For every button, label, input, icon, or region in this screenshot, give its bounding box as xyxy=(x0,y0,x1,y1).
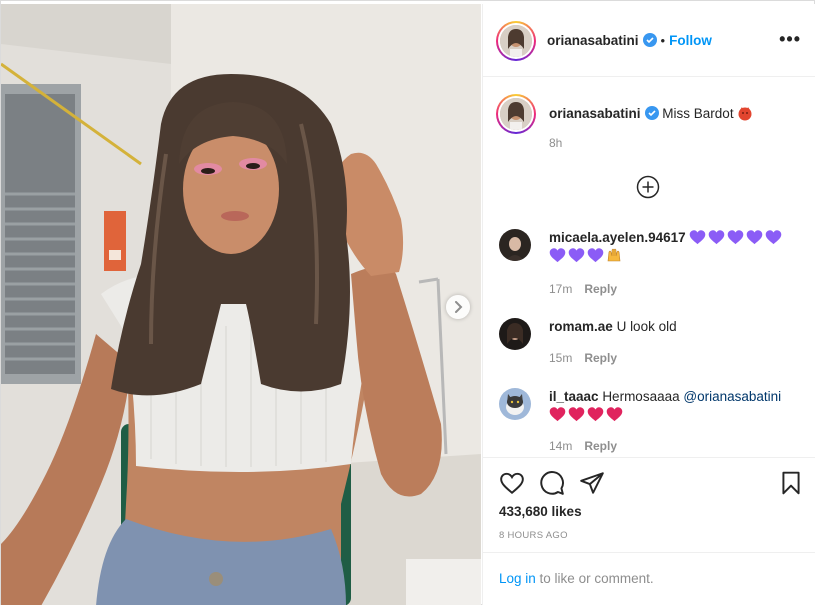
header-author-line: orianasabatini • Follow xyxy=(547,33,712,48)
commenter-username[interactable]: micaela.ayelen.94617 xyxy=(549,230,686,245)
post-header: orianasabatini • Follow ••• xyxy=(483,4,815,77)
heart-emoji-icon xyxy=(587,248,604,263)
heart-emoji-icon xyxy=(568,407,585,422)
heart-emoji-icon xyxy=(549,407,566,422)
comment-content: U look old xyxy=(616,319,677,334)
caption-time: 8h xyxy=(549,136,563,150)
photo-illustration xyxy=(1,4,481,605)
heart-emoji-icon xyxy=(690,230,706,245)
comment-time: 15m xyxy=(549,351,573,365)
post-time[interactable]: 8 HOURS AGO xyxy=(499,530,568,541)
comment-meta: 14m Reply xyxy=(549,439,617,453)
heart-emoji-icon xyxy=(549,248,566,263)
comment-bubble-icon[interactable] xyxy=(539,470,565,496)
commenter-username[interactable]: romam.ae xyxy=(549,319,613,334)
author-avatar-image xyxy=(500,25,532,57)
verified-badge-icon xyxy=(644,106,659,120)
comments-list: orianasabatini Miss Bardot 8h micaela.ay… xyxy=(483,77,815,457)
red-face-emoji-icon xyxy=(738,107,752,121)
heart-emoji-icon xyxy=(766,230,782,245)
comment-time: 14m xyxy=(549,439,573,453)
mention-link[interactable]: @orianasabatini xyxy=(683,389,781,404)
commenter-avatar[interactable] xyxy=(499,318,531,350)
comment-text: micaela.ayelen.94617 xyxy=(549,229,799,265)
caption-username[interactable]: orianasabatini xyxy=(549,106,641,121)
caption-content: Miss Bardot xyxy=(662,106,734,121)
commenter-username[interactable]: il_taaac xyxy=(549,389,599,404)
plus-circle-icon[interactable] xyxy=(636,175,660,199)
next-photo-button[interactable] xyxy=(446,295,470,319)
comment-text: romam.ae U look old xyxy=(549,318,799,336)
post-side-panel: orianasabatini • Follow ••• orianasabati… xyxy=(482,4,815,605)
verified-badge-icon xyxy=(642,33,657,47)
caption-avatar-image xyxy=(500,98,532,130)
heart-emoji-icon xyxy=(728,230,744,245)
heart-emoji-icon xyxy=(568,248,585,263)
comment-time: 17m xyxy=(549,282,573,296)
heart-emoji-icon xyxy=(709,230,725,245)
comment-item: romam.ae U look old 15m Reply xyxy=(499,318,799,368)
follow-button[interactable]: Follow xyxy=(669,33,712,48)
login-text: Log in to like or comment. xyxy=(499,571,654,586)
comment-content: Hermosaaaa xyxy=(602,389,680,404)
heart-emoji-icon xyxy=(747,230,763,245)
more-options-button[interactable]: ••• xyxy=(779,30,801,48)
commenter-avatar[interactable] xyxy=(499,229,531,261)
post-actions: 433,680 likes 8 HOURS AGO xyxy=(483,457,815,552)
author-avatar[interactable] xyxy=(496,21,536,61)
comment-meta: 17m Reply xyxy=(549,282,617,296)
comment-item: il_taaac Hermosaaaa @orianasabatini 14m R… xyxy=(499,388,799,457)
login-rest-text: to like or comment. xyxy=(535,571,654,586)
post-photo[interactable] xyxy=(1,4,481,605)
post-caption: orianasabatini Miss Bardot 8h xyxy=(496,94,799,154)
login-prompt: Log in to like or comment. xyxy=(483,552,815,605)
comment-text: il_taaac Hermosaaaa @orianasabatini xyxy=(549,388,799,424)
purple-hearts-line2 xyxy=(549,248,606,263)
bookmark-icon[interactable] xyxy=(778,470,804,496)
likes-count[interactable]: 433,680 likes xyxy=(499,504,582,519)
commenter-avatar[interactable] xyxy=(499,388,531,420)
login-link[interactable]: Log in xyxy=(499,571,536,586)
instagram-post-dialog: orianasabatini • Follow ••• orianasabati… xyxy=(0,0,815,605)
comment-meta: 15m Reply xyxy=(549,351,617,365)
separator-dot: • xyxy=(660,33,666,48)
comment-item: micaela.ayelen.94617 17m Reply xyxy=(499,229,799,299)
reply-button[interactable]: Reply xyxy=(584,282,617,296)
author-username[interactable]: orianasabatini xyxy=(547,33,639,48)
caption-text: orianasabatini Miss Bardot xyxy=(549,105,799,123)
chevron-right-icon xyxy=(455,301,463,313)
red-hearts xyxy=(549,407,625,422)
heart-emoji-icon xyxy=(587,407,604,422)
reply-button[interactable]: Reply xyxy=(584,439,617,453)
caption-avatar[interactable] xyxy=(496,94,536,134)
paper-plane-icon[interactable] xyxy=(579,470,605,496)
purple-hearts-line1 xyxy=(689,230,784,245)
reply-button[interactable]: Reply xyxy=(584,351,617,365)
heart-emoji-icon xyxy=(606,407,623,422)
heart-icon[interactable] xyxy=(499,470,525,496)
raising-hands-emoji-icon xyxy=(607,248,621,262)
